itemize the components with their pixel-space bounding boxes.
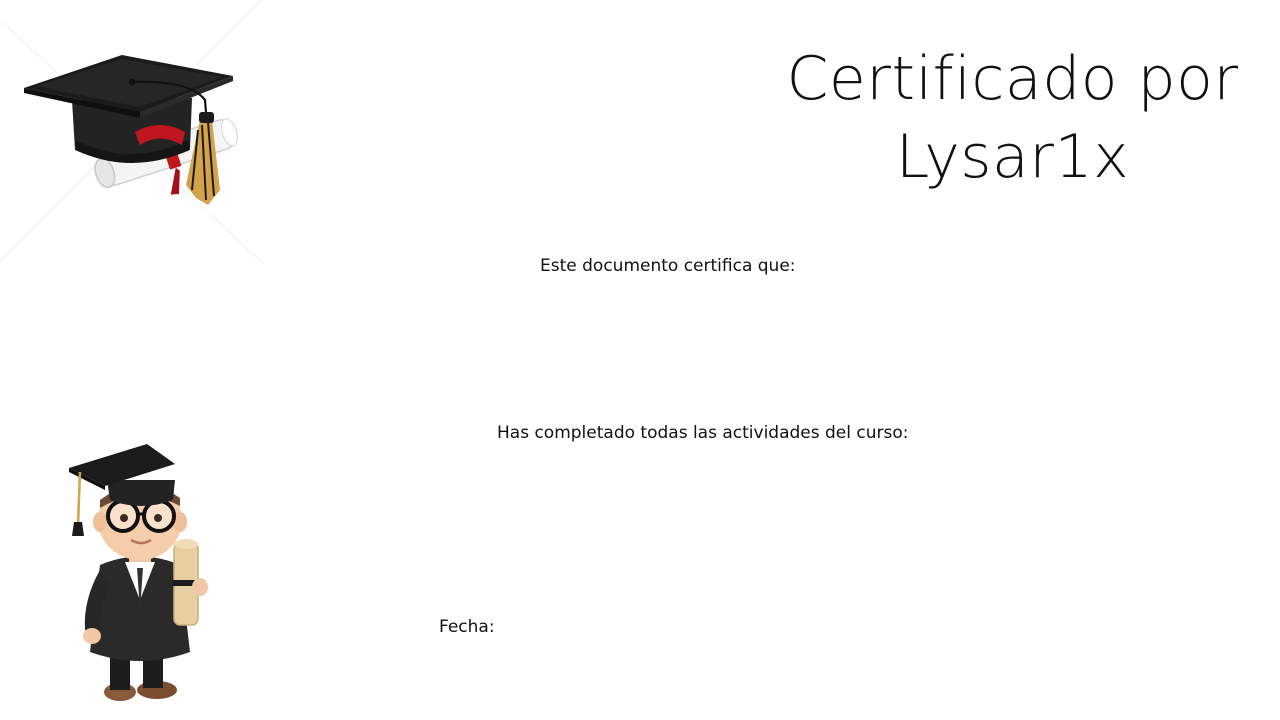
certificate-page: Certificado por Lysar1x Este documento c… <box>0 0 1280 720</box>
completed-label: Has completado todas las actividades del… <box>497 423 909 443</box>
date-label: Fecha: <box>439 617 495 637</box>
graduation-cap-diploma-icon <box>0 0 263 263</box>
certifies-label: Este documento certifica que: <box>540 256 796 276</box>
title-line-2: Lysar1x <box>895 122 1130 192</box>
title-line-1: Certificado por <box>786 44 1239 114</box>
graduate-character-icon <box>69 444 208 701</box>
certificate-title: Certificado por Lysar1x <box>760 40 1265 196</box>
